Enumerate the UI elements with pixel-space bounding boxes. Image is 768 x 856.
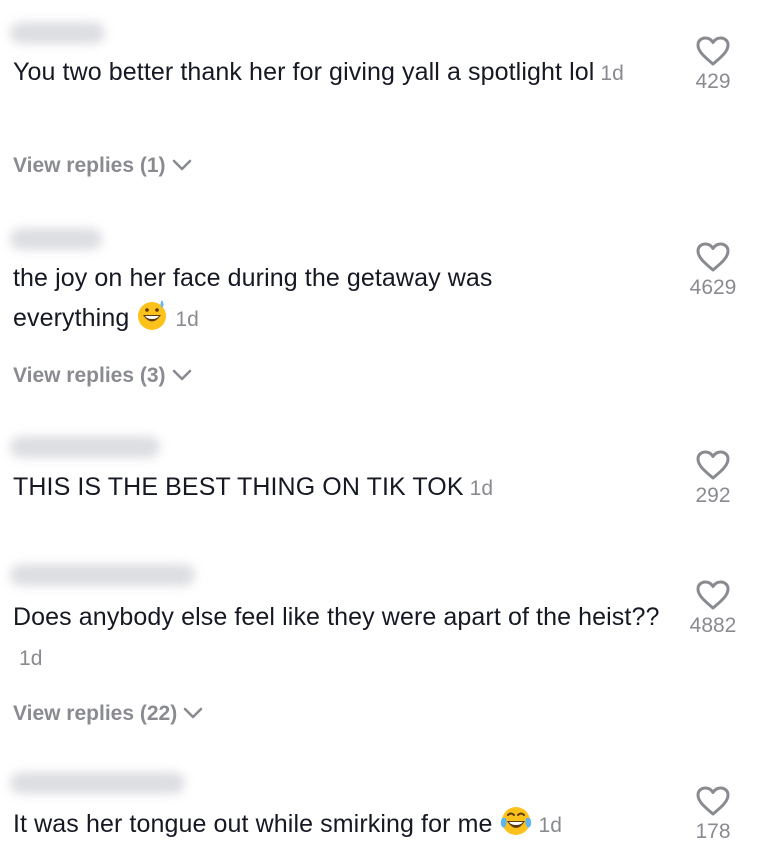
comment-body: You two better thank her for giving yall… [13, 58, 595, 86]
heart-outline-icon [696, 580, 730, 610]
comment-text: Does anybody else feel like they were ap… [13, 597, 663, 679]
view-replies-label: View replies (1) [13, 154, 166, 177]
like-count: 4629 [689, 276, 737, 299]
comment-body: Does anybody else feel like they were ap… [13, 603, 660, 631]
tears-of-joy-emoji [499, 804, 533, 850]
like-button[interactable]: 178 [673, 786, 753, 844]
blurred-username[interactable] [10, 772, 185, 794]
comment-text: It was her tongue out while smirking for… [13, 804, 663, 850]
blurred-username[interactable] [10, 228, 102, 250]
comment-time: 1d [600, 62, 624, 85]
comment-time: 1d [538, 814, 563, 837]
heart-outline-icon [696, 242, 730, 272]
like-button[interactable]: 292 [673, 450, 753, 508]
chevron-down-icon [172, 154, 192, 178]
heart-outline-icon [696, 450, 730, 480]
like-count: 4882 [689, 614, 737, 637]
heart-outline-icon [696, 786, 730, 816]
blurred-username[interactable] [10, 436, 160, 458]
like-count: 429 [695, 70, 731, 93]
comment-body: It was her tongue out while smirking for… [13, 810, 493, 838]
comment-time: 1d [175, 308, 199, 331]
view-replies-button[interactable]: View replies (1) [13, 154, 192, 178]
comment-body: THIS IS THE BEST THING ON TIK TOK [13, 473, 464, 501]
comment-time: 1d [19, 647, 43, 670]
like-count: 178 [695, 820, 731, 843]
grinning-sweat-emoji [135, 298, 169, 344]
like-count: 292 [695, 484, 731, 507]
view-replies-label: View replies (3) [13, 364, 166, 387]
like-button[interactable]: 4882 [673, 580, 753, 638]
chevron-down-icon [183, 702, 203, 726]
comment-body: the joy on her face during the getaway w… [13, 264, 493, 332]
view-replies-button[interactable]: View replies (22) [13, 702, 203, 726]
comment-time: 1d [469, 477, 494, 500]
comment-text: the joy on her face during the getaway w… [13, 258, 593, 344]
view-replies-button[interactable]: View replies (3) [13, 364, 192, 388]
blurred-username[interactable] [10, 564, 195, 586]
comment-text: THIS IS THE BEST THING ON TIK TOK 1d [13, 467, 663, 509]
like-button[interactable]: 4629 [673, 242, 753, 300]
blurred-username[interactable] [10, 22, 105, 44]
heart-outline-icon [696, 36, 730, 66]
chevron-down-icon [172, 364, 192, 388]
comment-text: You two better thank her for giving yall… [13, 52, 663, 94]
like-button[interactable]: 429 [673, 36, 753, 94]
view-replies-label: View replies (22) [13, 702, 178, 725]
